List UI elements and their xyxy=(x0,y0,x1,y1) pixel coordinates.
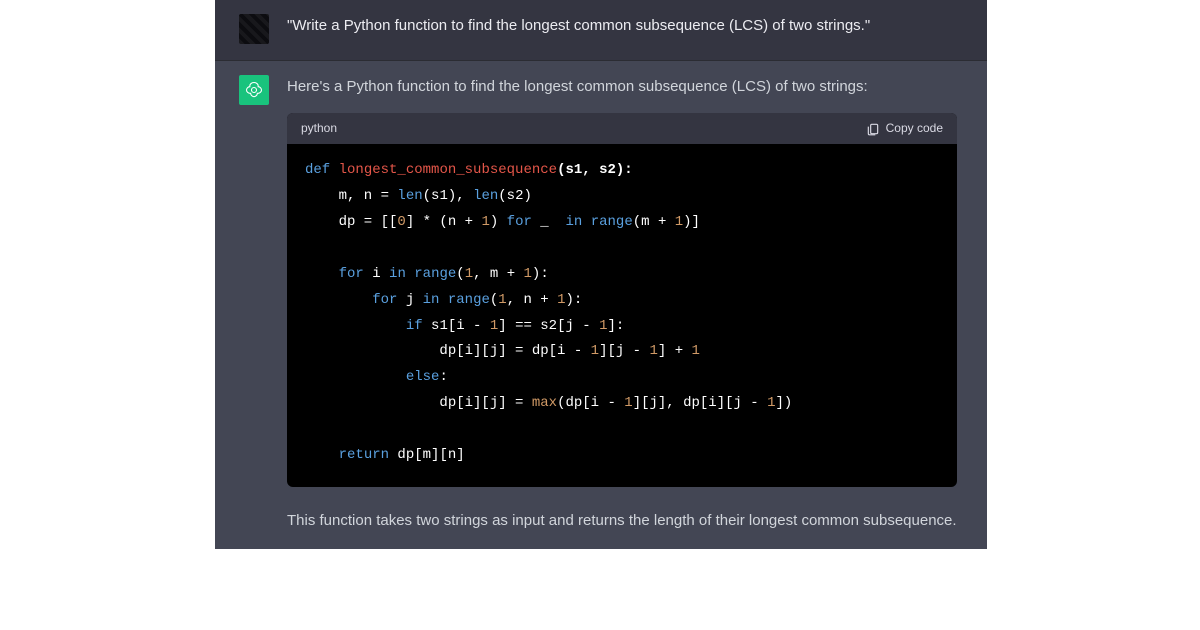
code-header: python Copy code xyxy=(287,113,957,144)
assistant-avatar xyxy=(239,75,269,105)
assistant-intro-text: Here's a Python function to find the lon… xyxy=(287,75,957,99)
code-language-label: python xyxy=(301,119,337,138)
copy-code-label: Copy code xyxy=(886,119,943,138)
user-message-row: "Write a Python function to find the lon… xyxy=(215,0,987,61)
clipboard-icon xyxy=(866,122,880,136)
assistant-message-row: Here's a Python function to find the lon… xyxy=(215,61,987,549)
user-message-text: "Write a Python function to find the lon… xyxy=(287,12,963,44)
assistant-post-text: This function takes two strings as input… xyxy=(287,509,957,533)
openai-logo-icon xyxy=(244,80,264,100)
code-block: python Copy code def longest_common_subs… xyxy=(287,113,957,487)
user-avatar xyxy=(239,14,269,44)
code-content[interactable]: def longest_common_subsequence(s1, s2): … xyxy=(287,144,957,487)
assistant-message-content: Here's a Python function to find the lon… xyxy=(287,73,963,533)
copy-code-button[interactable]: Copy code xyxy=(866,119,943,138)
